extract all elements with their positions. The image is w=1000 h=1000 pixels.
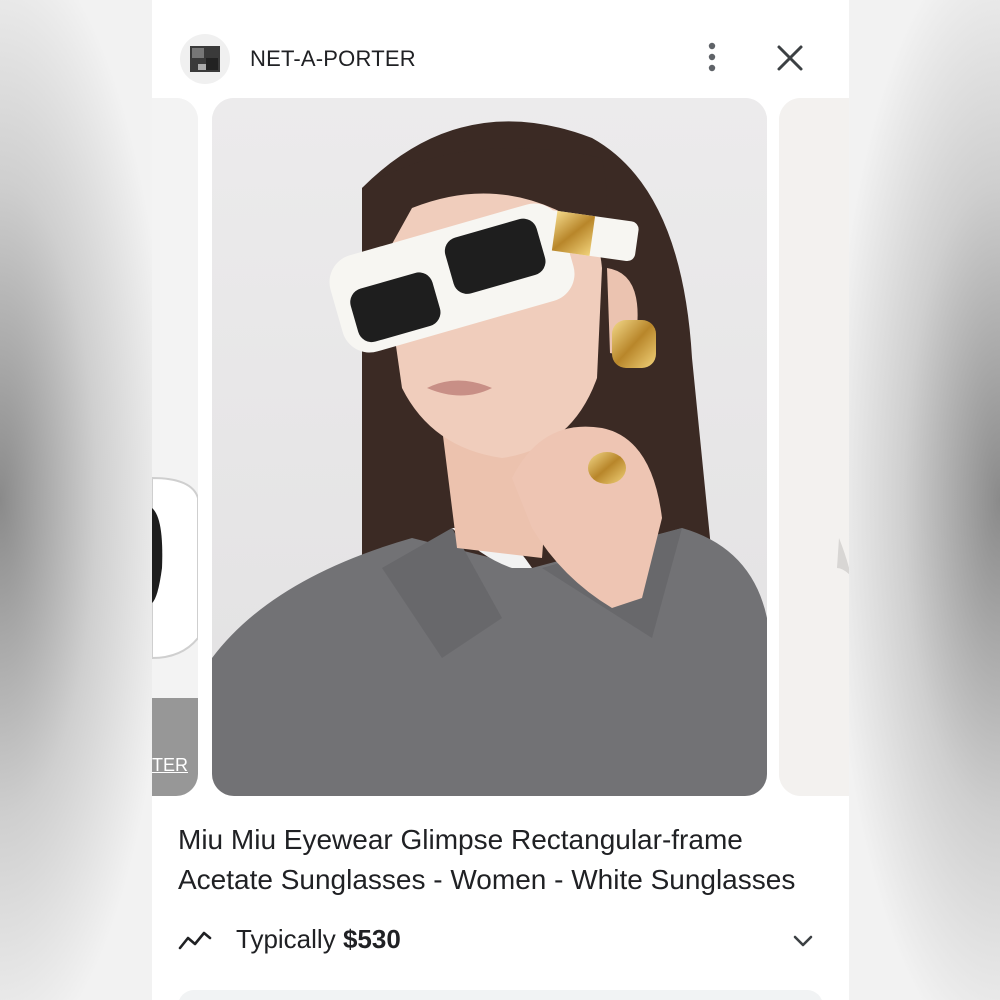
- more-options-button[interactable]: [697, 40, 727, 76]
- product-title[interactable]: Miu Miu Eyewear Glimpse Rectangular-fram…: [178, 820, 828, 900]
- previous-image[interactable]: TER: [152, 98, 198, 796]
- close-button[interactable]: [772, 40, 808, 76]
- site-name: NET-A-PORTER: [250, 46, 416, 71]
- product-panel: NET-A-PORTER TER Miu Miu Eyewear Glimpse…: [152, 0, 849, 1000]
- price-row[interactable]: Typically $530: [178, 918, 818, 962]
- price-trend-icon: [178, 931, 212, 950]
- next-image[interactable]: [779, 98, 849, 796]
- price-prefix: Typically: [236, 924, 336, 954]
- expand-price-button[interactable]: [788, 926, 818, 956]
- left-backdrop: [0, 0, 152, 1000]
- header: NET-A-PORTER: [152, 28, 849, 88]
- chevron-down-icon: [793, 935, 813, 947]
- price-amount: $530: [342, 924, 401, 954]
- image-carousel[interactable]: TER: [152, 98, 849, 796]
- close-icon: [777, 45, 803, 71]
- previous-image-caption: TER: [152, 755, 188, 775]
- product-image[interactable]: [212, 98, 767, 796]
- more-vert-icon: [708, 42, 716, 72]
- right-backdrop: [849, 0, 1000, 1000]
- site-logo: [180, 34, 230, 84]
- next-section-card: [178, 990, 823, 1000]
- price-label: Typically $530: [236, 924, 401, 955]
